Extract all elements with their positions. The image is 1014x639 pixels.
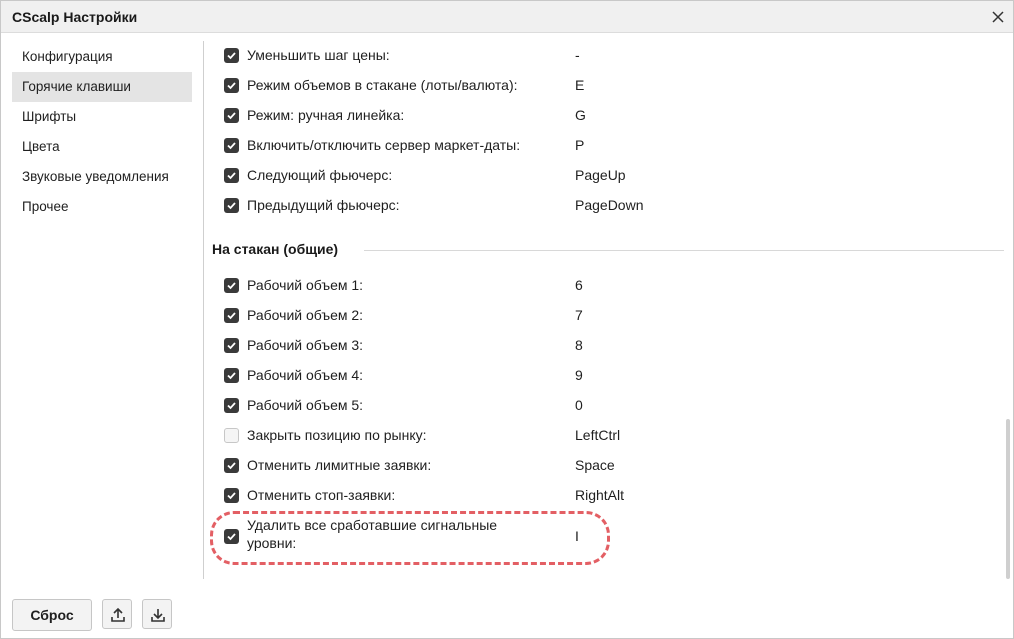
import-button[interactable] [142,599,172,629]
hotkey-label: Следующий фьючерс: [247,167,393,183]
hotkey-value[interactable]: LeftCtrl [575,427,695,443]
export-button[interactable] [102,599,132,629]
settings-footer: Сброс [1,589,1013,639]
hotkeys-panel: Уменьшить шаг цены: - Режим объемов в ст… [204,34,1009,579]
hotkey-value[interactable]: RightAlt [575,487,695,503]
window-title: CScalp Настройки [12,9,138,25]
checkbox[interactable] [224,338,239,353]
checkbox[interactable] [224,368,239,383]
close-icon[interactable] [987,6,1009,28]
hotkey-row: Рабочий объем 4: 9 [222,361,982,391]
hotkey-value[interactable]: 7 [575,307,695,323]
sidebar-item-other[interactable]: Прочее [12,192,192,222]
hotkey-row: Включить/отключить сервер маркет-даты: P [222,131,982,161]
hotkey-label: Рабочий объем 2: [247,307,364,323]
hotkey-label: Рабочий объем 4: [247,367,364,383]
hotkey-value[interactable]: G [575,107,695,123]
checkbox[interactable] [224,108,239,123]
checkbox[interactable] [224,458,239,473]
hotkey-value[interactable]: E [575,77,695,93]
hotkey-row: Отменить лимитные заявки: Space [222,451,982,481]
checkbox[interactable] [224,168,239,183]
checkbox[interactable] [224,308,239,323]
checkbox[interactable] [224,198,239,213]
hotkey-label: Рабочий объем 1: [247,277,364,293]
hotkey-row: Рабочий объем 3: 8 [222,331,982,361]
hotkey-row: Режим объемов в стакане (лоты/валюта): E [222,71,982,101]
checkbox[interactable] [224,278,239,293]
hotkey-label: Рабочий объем 3: [247,337,364,353]
hotkey-row: Рабочий объем 5: 0 [222,391,982,421]
section-title: На стакан (общие) [212,241,349,257]
hotkey-row: Режим: ручная линейка: G [222,101,982,131]
hotkey-value[interactable]: 6 [575,277,695,293]
checkbox[interactable] [224,398,239,413]
hotkey-row-highlighted: Удалить все сработавшие сигнальные уровн… [222,516,982,560]
sidebar-item-colors[interactable]: Цвета [12,132,192,162]
checkbox[interactable] [224,488,239,503]
sidebar-item-hotkeys[interactable]: Горячие клавиши [12,72,192,102]
hotkey-label: Уменьшить шаг цены: [247,47,390,63]
hotkey-label: Отменить стоп-заявки: [247,487,396,503]
hotkey-row: Закрыть позицию по рынку: LeftCtrl [222,421,982,451]
hotkey-label: Удалить все сработавшие сигнальные уровн… [247,517,498,551]
hotkey-label: Режим объемов в стакане (лоты/валюта): [247,77,518,93]
settings-window: CScalp Настройки Конфигурация Горячие кл… [0,0,1014,639]
hotkey-label: Режим: ручная линейка: [247,107,405,123]
section-header: На стакан (общие) [212,240,1005,260]
checkbox[interactable] [224,48,239,63]
checkbox[interactable] [224,78,239,93]
scrollbar-thumb[interactable] [1006,419,1010,579]
sidebar-item-fonts[interactable]: Шрифты [12,102,192,132]
sidebar-item-sound-notifications[interactable]: Звуковые уведомления [12,162,192,192]
sidebar-item-configuration[interactable]: Конфигурация [12,42,192,72]
hotkey-label: Предыдущий фьючерс: [247,197,400,213]
hotkey-value[interactable]: - [575,47,695,63]
hotkey-value[interactable]: PageUp [575,167,695,183]
hotkey-value[interactable]: 9 [575,367,695,383]
section-divider [364,250,1004,251]
checkbox[interactable] [224,529,239,544]
hotkey-value[interactable]: I [575,528,695,544]
checkbox[interactable] [224,428,239,443]
checkbox[interactable] [224,138,239,153]
settings-sidebar: Конфигурация Горячие клавиши Шрифты Цвет… [1,34,203,579]
hotkey-value[interactable]: 8 [575,337,695,353]
hotkey-row: Рабочий объем 2: 7 [222,301,982,331]
hotkey-row: Рабочий объем 1: 6 [222,271,982,301]
hotkey-row: Предыдущий фьючерс: PageDown [222,191,982,221]
hotkey-value[interactable]: 0 [575,397,695,413]
hotkey-label: Рабочий объем 5: [247,397,364,413]
hotkey-label: Закрыть позицию по рынку: [247,427,427,443]
hotkey-label: Отменить лимитные заявки: [247,457,432,473]
reset-button[interactable]: Сброс [12,599,92,631]
title-bar: CScalp Настройки [1,1,1013,33]
hotkey-value[interactable]: Space [575,457,695,473]
hotkey-value[interactable]: P [575,137,695,153]
hotkey-value[interactable]: PageDown [575,197,695,213]
hotkey-row: Следующий фьючерс: PageUp [222,161,982,191]
hotkey-row: Уменьшить шаг цены: - [222,41,982,71]
hotkey-label: Включить/отключить сервер маркет-даты: [247,137,521,153]
hotkey-row: Отменить стоп-заявки: RightAlt [222,481,982,511]
